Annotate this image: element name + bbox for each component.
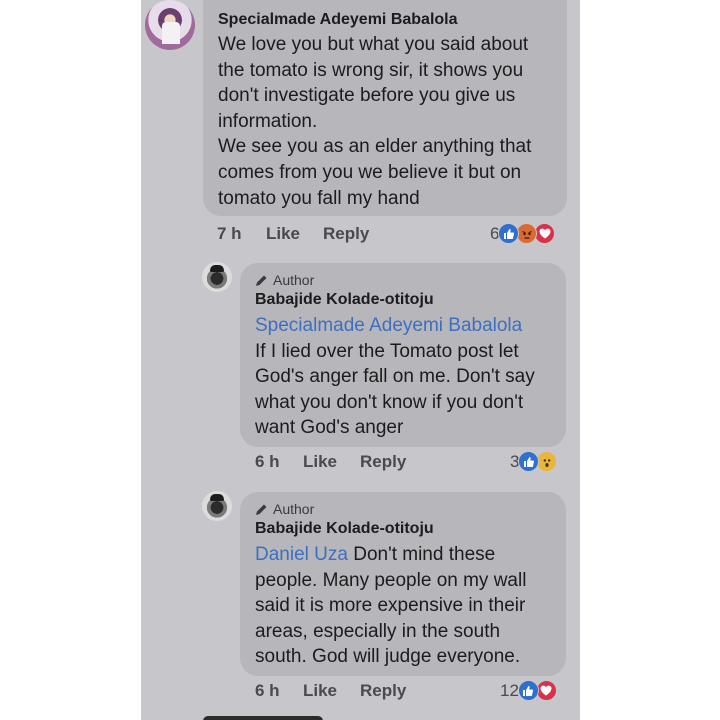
commenter-name[interactable]: Babajide Kolade-otitoju	[255, 290, 554, 310]
comment-paragraph: We love you but what you said about the …	[218, 34, 529, 132]
like-icon	[498, 223, 520, 244]
mention-link[interactable]: Daniel Uza	[255, 544, 348, 565]
comment-bubble[interactable]: Specialmade Adeyemi Babalola We love you…	[203, 0, 567, 216]
reaction-summary[interactable]: 6	[490, 223, 556, 244]
like-icon	[517, 680, 539, 701]
reply-button[interactable]: Reply	[360, 681, 406, 701]
reply-button[interactable]: Reply	[323, 224, 369, 244]
reply-2: Author Babajide Kolade-otitoju Daniel Uz…	[141, 487, 580, 707]
author-badge: Author	[255, 501, 554, 517]
reply-text: Daniel Uza Don't mind these people. Many…	[255, 542, 554, 670]
comment-main: Specialmade Adeyemi Babalola We love you…	[141, 0, 580, 250]
reply-1: Author Babajide Kolade-otitoju Specialma…	[141, 258, 580, 478]
comment-text: We love you but what you said about the …	[218, 32, 553, 211]
angry-icon	[516, 223, 538, 244]
pencil-icon	[255, 274, 268, 287]
like-icon	[518, 451, 540, 472]
commenter-name[interactable]: Specialmade Adeyemi Babalola	[218, 10, 553, 30]
next-comment-edge	[203, 716, 323, 720]
comment-actions: 6 h Like Reply	[255, 452, 406, 472]
avatar[interactable]	[202, 262, 232, 292]
love-icon	[534, 223, 556, 244]
comment-paragraph: We see you as an elder anything that com…	[218, 136, 532, 209]
author-label: Author	[273, 272, 315, 288]
reaction-count: 12	[500, 680, 519, 700]
avatar[interactable]	[145, 0, 195, 50]
reply-text: Specialmade Adeyemi Babalola If I lied o…	[255, 313, 554, 441]
pencil-icon	[255, 503, 268, 516]
like-button[interactable]: Like	[266, 224, 323, 244]
comment-actions: 6 h Like Reply	[255, 681, 406, 701]
avatar[interactable]	[202, 491, 232, 521]
comment-time: 6 h	[255, 681, 280, 700]
mention-link[interactable]: Specialmade Adeyemi Babalola	[255, 315, 522, 336]
author-badge: Author	[255, 272, 554, 288]
wow-icon	[536, 451, 558, 472]
commenter-name[interactable]: Babajide Kolade-otitoju	[255, 519, 554, 539]
reply-bubble[interactable]: Author Babajide Kolade-otitoju Specialma…	[240, 263, 566, 447]
comment-time: 7 h	[217, 224, 242, 243]
like-button[interactable]: Like	[303, 452, 360, 472]
reply-bubble[interactable]: Author Babajide Kolade-otitoju Daniel Uz…	[240, 492, 566, 676]
love-icon	[535, 680, 557, 701]
comment-time: 6 h	[255, 452, 280, 471]
reply-body: If I lied over the Tomato post let God's…	[255, 340, 535, 439]
reaction-summary[interactable]: 3	[510, 451, 558, 472]
comment-actions: 7 h Like Reply	[217, 224, 369, 244]
like-button[interactable]: Like	[303, 681, 360, 701]
author-label: Author	[273, 501, 315, 517]
reaction-summary[interactable]: 12	[500, 680, 557, 701]
reply-button[interactable]: Reply	[360, 452, 406, 472]
comments-screen: Specialmade Adeyemi Babalola We love you…	[141, 0, 580, 720]
